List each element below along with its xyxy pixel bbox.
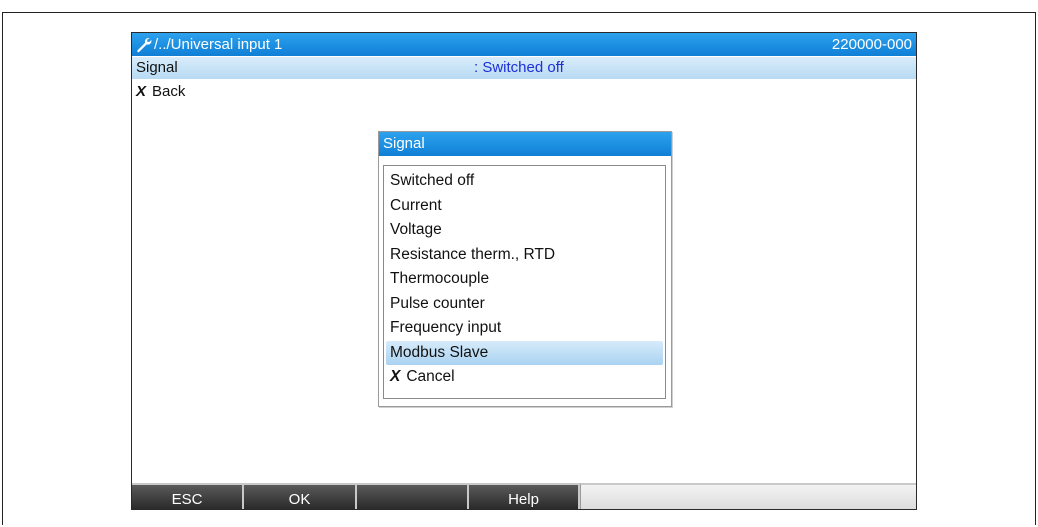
back-label: Back [152, 83, 186, 100]
softkey-bar-filler [580, 483, 916, 509]
signal-options-list: Switched off Current Voltage Resistance … [383, 165, 666, 399]
esc-button[interactable]: ESC [132, 483, 244, 509]
parameter-label: Signal [136, 59, 178, 76]
dialog-title: Signal [379, 132, 671, 156]
option-frequency-input[interactable]: Frequency input [386, 316, 663, 341]
option-switched-off[interactable]: Switched off [386, 169, 663, 194]
blank-softkey[interactable] [357, 483, 469, 509]
signal-dialog: Signal Switched off Current Voltage Resi… [378, 131, 672, 407]
breadcrumb-path: /../Universal input 1 [154, 36, 283, 53]
wrench-icon [137, 37, 152, 52]
device-screen: /../Universal input 1 220000-000 Signal … [131, 32, 917, 510]
device-id: 220000-000 [831, 36, 912, 53]
option-cancel[interactable]: X Cancel [386, 365, 663, 390]
help-button[interactable]: Help [469, 483, 580, 509]
cancel-label: Cancel [406, 368, 455, 385]
x-mark-icon: X [136, 83, 147, 100]
breadcrumb: /../Universal input 1 [136, 33, 282, 56]
option-rtd[interactable]: Resistance therm., RTD [386, 243, 663, 268]
option-thermocouple[interactable]: Thermocouple [386, 267, 663, 292]
option-voltage[interactable]: Voltage [386, 218, 663, 243]
softkey-bar: ESC OK Help [132, 483, 916, 509]
option-current[interactable]: Current [386, 194, 663, 219]
title-bar: /../Universal input 1 220000-000 [132, 33, 916, 56]
back-item[interactable]: X Back [136, 81, 185, 103]
parameter-row-signal[interactable]: Signal : Switched off [132, 57, 916, 79]
ok-button[interactable]: OK [244, 483, 357, 509]
option-pulse-counter[interactable]: Pulse counter [386, 292, 663, 317]
x-mark-icon: X [390, 368, 401, 385]
parameter-value: : Switched off [474, 59, 564, 76]
option-modbus-slave[interactable]: Modbus Slave [386, 340, 663, 365]
